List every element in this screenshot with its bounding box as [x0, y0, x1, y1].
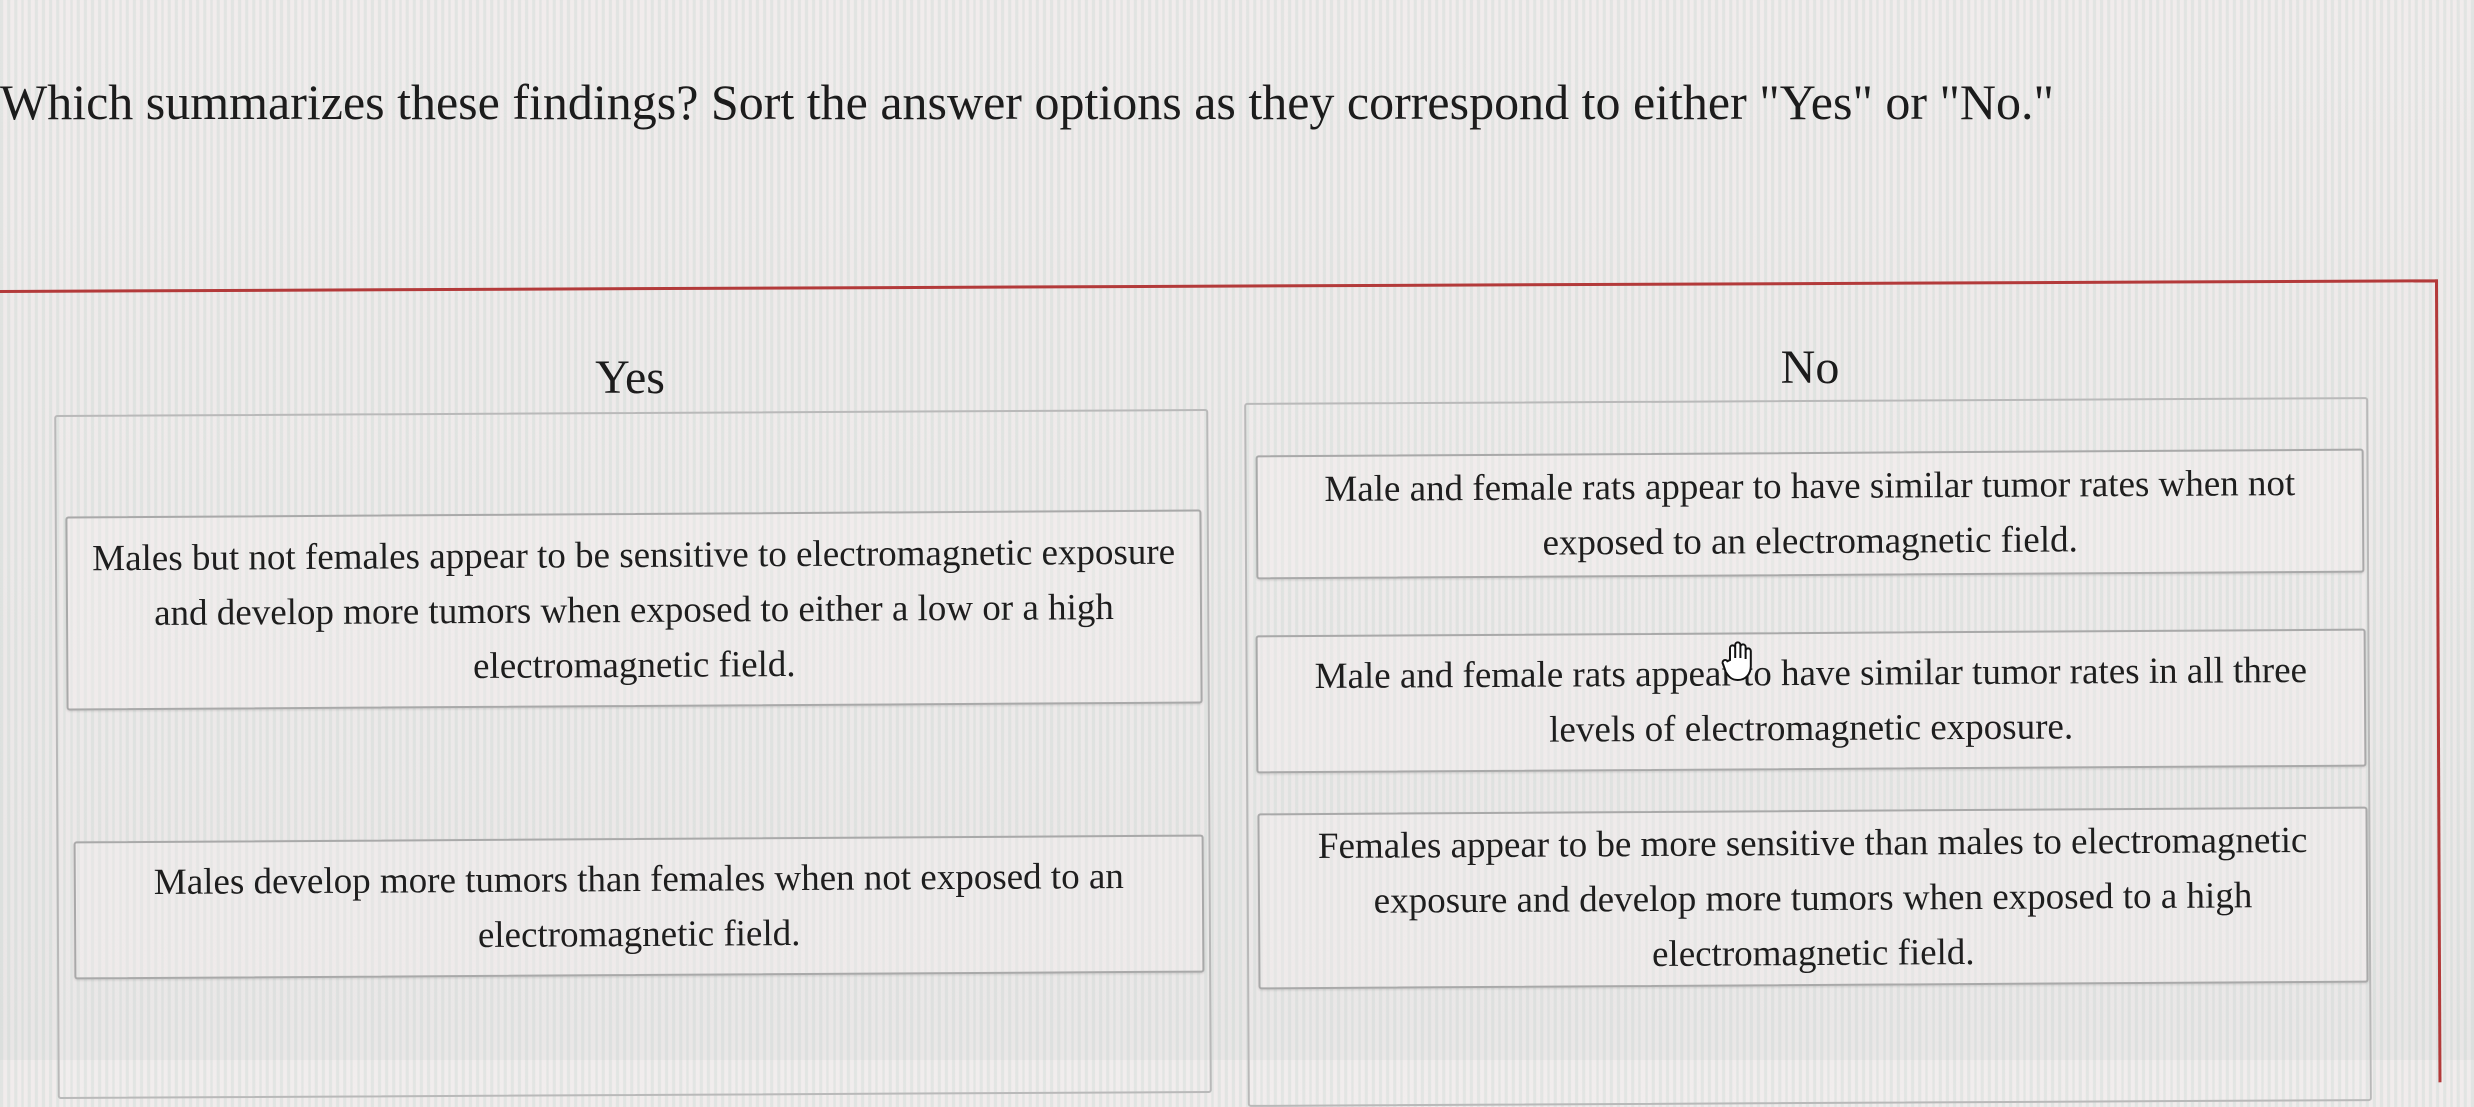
answer-card-text: Male and female rats appear to have simi… — [1314, 649, 2308, 751]
answer-card-text: Male and female rats appear to have simi… — [1324, 463, 2296, 564]
answer-card-females-more-sensitive[interactable]: Females appear to be more sensitive than… — [1257, 806, 2369, 990]
hand-grab-icon — [1721, 641, 1752, 682]
answer-card-similar-rates-all-levels[interactable]: Male and female rats appear to have simi… — [1255, 628, 2367, 774]
answer-card-text: Males but not females appear to be sensi… — [92, 531, 1176, 687]
answer-card-text: Females appear to be more sensitive than… — [1317, 819, 2308, 975]
question-text: Which summarizes these findings? Sort th… — [0, 74, 2054, 130]
answer-card-males-more-tumors-unexposed[interactable]: Males develop more tumors than females w… — [73, 834, 1205, 980]
yes-column-title: Yes — [595, 351, 665, 404]
no-column-title: No — [1780, 341, 1840, 394]
answer-card-males-sensitive[interactable]: Males but not females appear to be sensi… — [65, 509, 1203, 711]
answer-card-similar-rates-unexposed[interactable]: Male and female rats appear to have simi… — [1255, 448, 2365, 580]
answer-card-text: Males develop more tumors than females w… — [153, 856, 1124, 956]
